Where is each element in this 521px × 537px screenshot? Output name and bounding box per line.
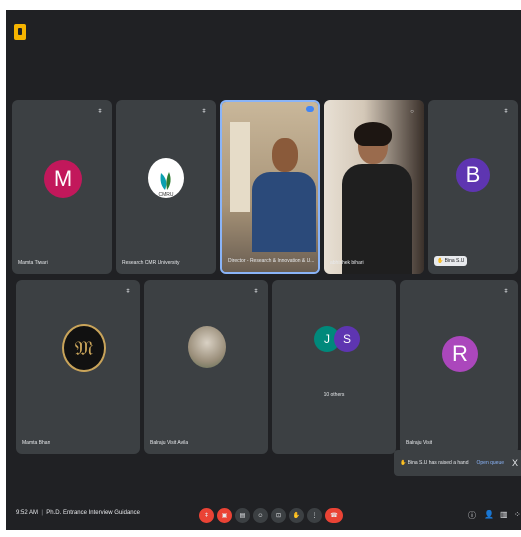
profile-photo <box>188 326 226 368</box>
participant-tile-6[interactable]: ǂ 𝔐 Mamta Bhan <box>16 280 140 454</box>
mic-off-icon: ǂ <box>504 289 508 295</box>
participant-name: Research CMR University <box>122 260 180 266</box>
participant-tile-7[interactable]: ǂ Balraju Visit Avila <box>144 280 268 454</box>
cmru-logo-mark: CMRU <box>159 172 174 198</box>
others-count: 10 others <box>323 392 345 398</box>
svg-text:CMRU: CMRU <box>159 192 174 198</box>
raised-hand-icon: ✋ <box>437 258 445 264</box>
raise-hand-button[interactable]: ✋ <box>289 508 304 523</box>
meeting-info-icon[interactable] <box>14 24 26 40</box>
participant-tile-4[interactable]: ○ abhishek bihari <box>324 100 424 274</box>
leave-call-button[interactable]: ☎ <box>325 508 343 523</box>
speaking-indicator-icon <box>306 106 314 112</box>
meeting-time-title: 9:52 AM | Ph.D. Entrance Interview Guida… <box>16 510 140 516</box>
mic-off-icon: ǂ <box>126 289 130 295</box>
chat-button[interactable]: ▥ <box>500 510 508 519</box>
participant-name: Bina S.U <box>444 258 465 264</box>
camera-button[interactable]: ▣ <box>217 508 232 523</box>
camera-background-shelf <box>230 122 250 212</box>
info-icon: ⓘ <box>468 511 476 520</box>
people-button[interactable]: 👤 <box>484 510 494 519</box>
mic-off-icon: ǂ <box>202 109 206 115</box>
monogram-logo: 𝔐 <box>62 324 106 372</box>
participant-name: Director - Research & Innovation & U... <box>228 258 315 264</box>
participant-name: Balraju Visit Avila <box>150 440 189 446</box>
activities-icon: ⁘ <box>514 510 521 519</box>
notification-text: Bina S.U has raised a hand <box>407 460 469 466</box>
participant-tile-others[interactable]: J S 10 others <box>272 280 396 454</box>
person-body <box>252 172 316 252</box>
meeting-time: 9:52 AM <box>16 510 39 516</box>
mic-off-icon: ǂ <box>254 289 258 295</box>
raised-hand-badge: ✋ Bina S.U <box>434 256 468 266</box>
person-head <box>272 138 298 172</box>
mic-off-icon: ǂ <box>204 512 209 519</box>
close-notification-button[interactable]: X <box>512 458 518 468</box>
avatar: R <box>442 336 478 372</box>
participant-name: Mamta Bhan <box>22 440 51 446</box>
raise-hand-icon: ✋ <box>292 513 301 519</box>
person-hair <box>354 122 392 146</box>
mic-off-icon: ǂ <box>504 109 508 115</box>
mic-off-icon: ǂ <box>98 109 102 115</box>
bottom-toolbar: 9:52 AM | Ph.D. Entrance Interview Guida… <box>6 500 521 530</box>
avatar: S <box>334 326 360 352</box>
participant-tile-9[interactable]: ǂ R Balraju Visit <box>400 280 518 454</box>
more-options-button[interactable]: ⋮ <box>307 508 322 523</box>
raised-hand-notification: ✋ Bina S.U has raised a hand Open queue … <box>394 450 521 476</box>
avatar: M <box>44 160 82 198</box>
participant-tile-2[interactable]: ǂ CMRU Research CMR University <box>116 100 216 274</box>
captions-button[interactable]: ▤ <box>235 508 250 523</box>
participant-tile-1[interactable]: ǂ M Mamta Tiwari <box>12 100 112 274</box>
chat-icon: ▥ <box>500 510 508 519</box>
people-icon: 👤 <box>484 510 494 519</box>
present-button[interactable]: ⊡ <box>271 508 286 523</box>
participant-tile-3[interactable]: Director - Research & Innovation & U... <box>220 100 320 274</box>
meeting-details-button[interactable]: ⓘ <box>468 510 476 521</box>
camera-off-icon: ▣ <box>221 513 228 519</box>
open-queue-link[interactable]: Open queue <box>477 460 505 466</box>
cmru-logo: CMRU <box>148 158 184 198</box>
participant-name: Balraju Visit <box>406 440 433 446</box>
captions-icon: ▤ <box>239 513 246 519</box>
avatar: B <box>456 158 490 192</box>
participant-name: abhishek bihari <box>330 260 364 266</box>
emoji-icon: ☺ <box>257 512 264 519</box>
meet-window: ǂ M Mamta Tiwari ǂ CMRU Research CMR Uni… <box>6 10 521 530</box>
person-body <box>342 164 412 274</box>
participant-name: Mamta Tiwari <box>18 260 48 266</box>
mic-icon: ○ <box>410 109 414 115</box>
more-vert-icon: ⋮ <box>311 513 318 519</box>
microphone-button[interactable]: ǂ <box>199 508 214 523</box>
hang-up-icon: ☎ <box>330 513 338 519</box>
emoji-button[interactable]: ☺ <box>253 508 268 523</box>
raised-hand-icon: ✋ <box>400 460 408 466</box>
meeting-title: Ph.D. Entrance Interview Guidance <box>46 510 140 516</box>
present-icon: ⊡ <box>275 513 282 519</box>
activities-button[interactable]: ⁘ <box>514 510 521 519</box>
participant-tile-5[interactable]: ǂ B ✋ Bina S.U <box>428 100 518 274</box>
